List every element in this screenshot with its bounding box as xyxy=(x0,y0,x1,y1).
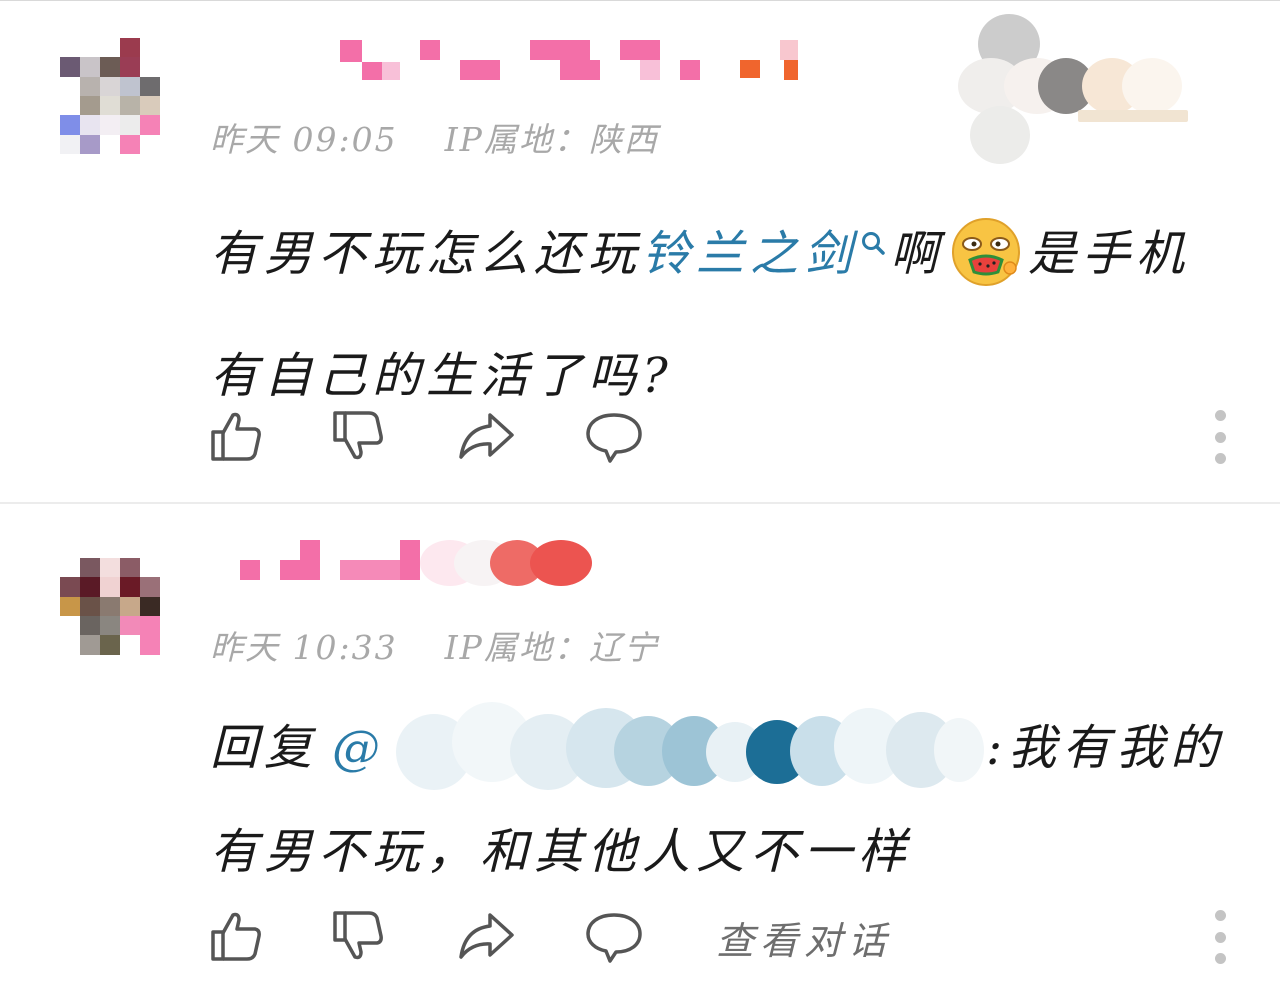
comment-text: 有男不玩怎么还玩铃兰之剑啊是手机有自己的生活了吗? xyxy=(210,188,1230,428)
reply-prefix: 回复 xyxy=(210,720,319,776)
view-conversation-link[interactable]: 查看对话 xyxy=(716,910,892,965)
avatar[interactable] xyxy=(60,38,160,154)
comment-actions: 查看对话 xyxy=(206,906,1230,966)
ip-location: IP属地：陕西 xyxy=(444,120,659,159)
reply-button[interactable] xyxy=(584,906,644,966)
search-link[interactable]: 铃兰之剑 xyxy=(642,226,858,282)
reply-button[interactable] xyxy=(584,406,644,466)
mention-username[interactable] xyxy=(386,702,986,798)
comment-item: 昨天 10:33 IP属地：辽宁 回复@ :我有我的有男不玩，和其他人又不一样 xyxy=(0,504,1280,987)
username[interactable] xyxy=(240,540,600,592)
thumbs-up-icon xyxy=(211,912,261,961)
comment-text-part: 有男不玩怎么还玩 xyxy=(210,226,643,282)
thumbs-up-icon xyxy=(211,412,261,461)
thumbs-down-icon xyxy=(333,411,383,460)
share-button[interactable] xyxy=(456,906,516,966)
more-options-button[interactable] xyxy=(1210,410,1230,464)
share-arrow-icon xyxy=(459,913,514,959)
more-options-button[interactable] xyxy=(1210,910,1230,964)
avatar[interactable] xyxy=(60,558,160,674)
dislike-button[interactable] xyxy=(330,406,390,466)
comment-item: 昨天 09:05 IP属地：陕西 有男不玩怎么还玩铃兰之剑啊是手机有自己的生活了… xyxy=(0,0,1280,502)
like-button[interactable] xyxy=(206,906,266,966)
mention-link[interactable]: @ xyxy=(332,720,386,776)
watermelon-eating-emoji-icon xyxy=(950,216,1022,324)
share-arrow-icon xyxy=(459,413,514,459)
search-icon[interactable] xyxy=(860,188,886,292)
share-button[interactable] xyxy=(456,406,516,466)
like-button[interactable] xyxy=(206,406,266,466)
comment-thread: 昨天 09:05 IP属地：陕西 有男不玩怎么还玩铃兰之剑啊是手机有自己的生活了… xyxy=(0,0,1280,987)
speech-bubble-icon xyxy=(586,913,642,963)
timestamp: 昨天 09:05 xyxy=(210,120,398,159)
ip-location: IP属地：辽宁 xyxy=(444,628,659,667)
comment-actions xyxy=(206,406,1230,466)
comment-text-part: 啊 xyxy=(890,226,945,282)
speech-bubble-icon xyxy=(586,413,642,463)
thumbs-down-icon xyxy=(333,911,383,960)
username[interactable] xyxy=(340,40,810,84)
comment-meta: 昨天 09:05 IP属地：陕西 xyxy=(210,113,659,161)
comment-text: 回复 @ :我有我的有男不玩，和其他人又不一样 xyxy=(210,696,1230,904)
user-badge xyxy=(958,14,1188,164)
dislike-button[interactable] xyxy=(330,906,390,966)
comment-meta: 昨天 10:33 IP属地：辽宁 xyxy=(210,621,659,669)
timestamp: 昨天 10:33 xyxy=(210,628,398,667)
